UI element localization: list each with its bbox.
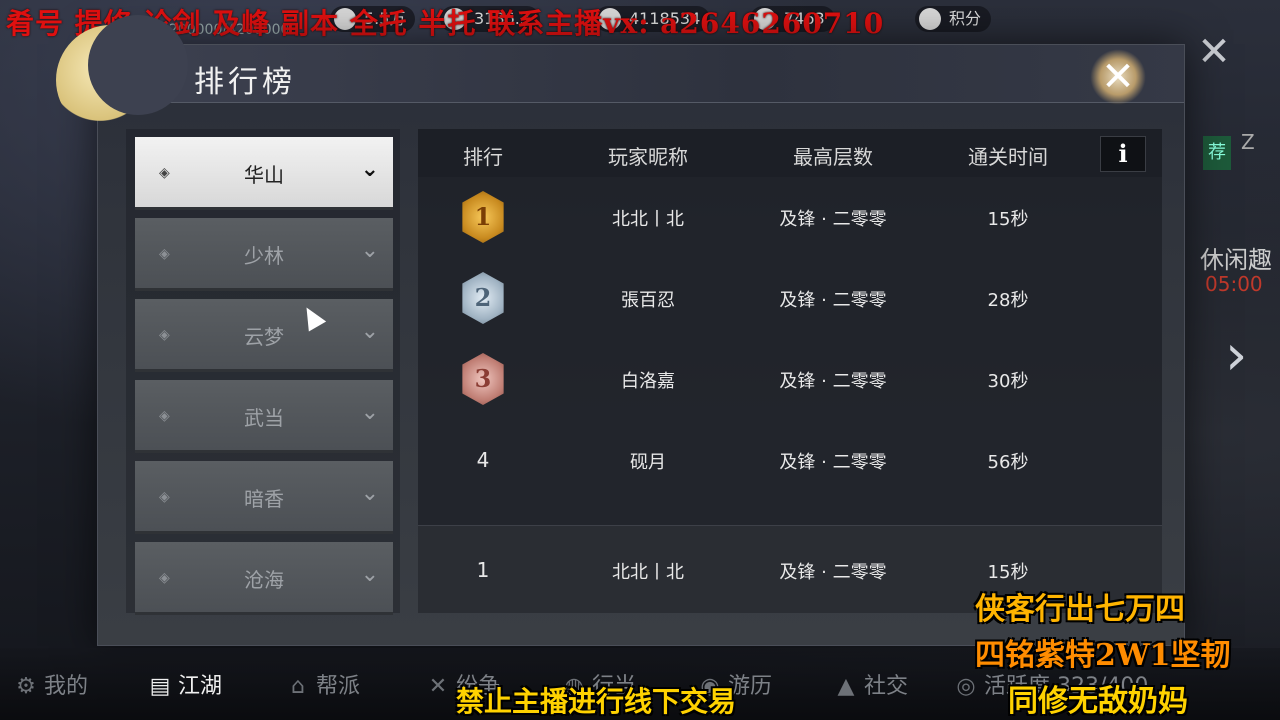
- streamer-ad-line-2: 四铭紫特2W1坚韧: [975, 638, 1231, 673]
- event-timer: 05:00: [1205, 272, 1263, 296]
- my-rank-number: 1: [476, 558, 490, 582]
- menu-item-yunmeng[interactable]: ◈ 云梦 ⌄: [135, 299, 393, 372]
- top-status-bar: 4200000/4200000 5.5万 3186.3 4118534 7463…: [0, 0, 1280, 40]
- clear-time: 30秒: [987, 371, 1029, 392]
- menu-item-huashan[interactable]: ◈ 华山 ⌄: [135, 137, 393, 210]
- dialog-title: 排行榜: [194, 65, 296, 100]
- leisure-label: 休闲趣: [1200, 246, 1272, 274]
- player-name: 白洛嘉: [621, 371, 675, 392]
- header-max-floor: 最高层数: [793, 145, 873, 169]
- clear-time: 28秒: [987, 290, 1029, 311]
- nav-item-social[interactable]: ▲ 社交: [832, 668, 908, 700]
- player-name: 張百忍: [621, 290, 675, 311]
- max-floor: 及锋 · 二零零: [779, 452, 887, 473]
- menu-item-anxiang[interactable]: ◈ 暗香 ⌄: [135, 461, 393, 534]
- dialog-header: 排行榜 ✕: [56, 15, 1184, 135]
- table-row[interactable]: 1 北北丨北 及锋 · 二零零 15秒: [418, 177, 1162, 257]
- clear-time: 15秒: [987, 209, 1029, 230]
- map-icon: ▤: [149, 674, 171, 699]
- my-max-floor: 及锋 · 二零零: [779, 562, 887, 583]
- streamer-ad-line-3: 同修无敌奶妈: [1008, 684, 1188, 719]
- streamer-ad-line-1: 侠客行出七万四: [975, 592, 1185, 627]
- chevron-down-icon: ⌄: [360, 400, 379, 425]
- player-name: 砚月: [630, 452, 666, 473]
- my-clear-time: 15秒: [987, 562, 1029, 583]
- gold-medal-icon: 1: [462, 191, 504, 243]
- rank-number: 4: [476, 448, 490, 472]
- points-icon: [919, 8, 941, 30]
- points-chip[interactable]: 积分: [915, 6, 992, 32]
- header-player-name: 玩家昵称: [608, 145, 688, 169]
- chevron-down-icon: ⌄: [360, 562, 379, 587]
- menu-item-canghai[interactable]: ◈ 沧海 ⌄: [135, 542, 393, 615]
- nav-item-guild[interactable]: ⌂ 帮派: [284, 668, 360, 700]
- swords-icon: ✕: [428, 674, 448, 699]
- ranking-table: 排行 玩家昵称 最高层数 通关时间 i 1 北北丨北 及锋 · 二零零 15秒 …: [418, 129, 1162, 613]
- outer-close-icon[interactable]: ✕: [1192, 30, 1236, 74]
- my-player-name: 北北丨北: [612, 562, 684, 583]
- side-panel: 荐 Z 休闲趣 05:00 ›: [1185, 100, 1280, 384]
- activity-icon: ◎: [956, 674, 976, 699]
- silver-medal-icon: 2: [462, 272, 504, 324]
- max-floor: 及锋 · 二零零: [779, 209, 887, 230]
- chevron-down-icon: ⌄: [360, 319, 379, 344]
- chevron-right-icon[interactable]: ›: [1225, 328, 1247, 384]
- school-menu: ◈ 华山 ⌄ ◈ 少林 ⌄ ◈ 云梦 ⌄ ◈ 武当 ⌄ ◈ 暗香 ⌄ ◈ 沧海 …: [126, 129, 400, 615]
- table-row[interactable]: 4 砚月 及锋 · 二零零 56秒: [418, 420, 1162, 500]
- recommend-badge[interactable]: 荐: [1203, 136, 1231, 170]
- social-icon: ▲: [837, 674, 855, 699]
- chevron-down-icon: ⌄: [360, 481, 379, 506]
- sleep-icon: Z: [1241, 130, 1255, 154]
- player-name: 北北丨北: [612, 209, 684, 230]
- leaderboard-dialog: 排行榜 ✕ ◈ 华山 ⌄ ◈ 少林 ⌄ ◈ 云梦 ⌄ ◈ 武当 ⌄ ◈ 暗香 ⌄: [56, 15, 1185, 646]
- max-floor: 及锋 · 二零零: [779, 371, 887, 392]
- chevron-down-icon: ⌄: [360, 157, 379, 182]
- header-rank: 排行: [463, 145, 503, 169]
- chevron-down-icon: ⌄: [360, 238, 379, 263]
- menu-item-shaolin[interactable]: ◈ 少林 ⌄: [135, 218, 393, 291]
- table-row[interactable]: 2 張百忍 及锋 · 二零零 28秒: [418, 258, 1162, 338]
- clear-time: 56秒: [987, 452, 1029, 473]
- guild-icon: ⌂: [291, 674, 305, 699]
- bronze-medal-icon: 3: [462, 353, 504, 405]
- max-floor: 及锋 · 二零零: [779, 290, 887, 311]
- header-clear-time: 通关时间: [968, 145, 1048, 169]
- table-row[interactable]: 3 白洛嘉 及锋 · 二零零 30秒: [418, 339, 1162, 419]
- table-header: 排行 玩家昵称 最高层数 通关时间 i: [418, 129, 1162, 177]
- gear-icon: ⚙: [16, 674, 36, 699]
- info-button[interactable]: i: [1100, 136, 1146, 172]
- nav-item-jianghu[interactable]: ▤ 江湖: [146, 668, 222, 700]
- menu-item-wudang[interactable]: ◈ 武当 ⌄: [135, 380, 393, 453]
- nav-item-mine[interactable]: ⚙ 我的: [12, 668, 88, 700]
- close-button[interactable]: ✕: [1090, 49, 1146, 105]
- streamer-notice: 禁止主播进行线下交易: [456, 685, 737, 718]
